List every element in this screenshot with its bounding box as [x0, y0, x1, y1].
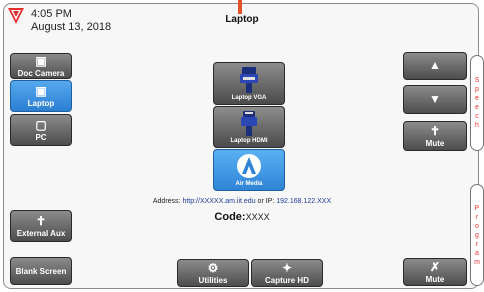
speaker-mute-icon: ✗: [429, 259, 441, 274]
laptop-label: Laptop: [27, 98, 55, 108]
external-aux-label: External Aux: [16, 228, 66, 238]
address-line: Address: http://XXXXX.am.iit.edu or IP: …: [0, 198, 484, 205]
monitor-icon: ▢: [35, 117, 47, 132]
vga-connector-icon: [240, 67, 258, 93]
program-letter: g: [475, 231, 479, 239]
laptop-button[interactable]: ▣ Laptop: [10, 80, 72, 112]
capture-hd-label: Capture HD: [264, 275, 309, 285]
or-ip-label: or IP:: [257, 198, 275, 205]
speech-letter: h: [475, 122, 479, 129]
ip-address: 192.168.122.XXX: [276, 198, 332, 205]
utilities-button[interactable]: ⚙ Utilities: [177, 259, 249, 287]
program-mute-button[interactable]: ✗ Mute: [403, 258, 467, 286]
program-tab[interactable]: P r o g r a m: [470, 184, 484, 286]
speech-letter: p: [475, 86, 479, 93]
blank-screen-label: Blank Screen: [15, 266, 67, 276]
speech-mute-label: Mute: [425, 138, 445, 148]
doc-camera-button[interactable]: ▣ Doc Camera: [10, 53, 72, 79]
laptop-hdmi-button[interactable]: Laptop HDMI: [213, 106, 285, 148]
code-value: XXXX: [245, 212, 270, 222]
speech-volume-up-button[interactable]: ▲: [403, 52, 467, 80]
laptop-icon: ▣: [35, 83, 47, 98]
page-title: Laptop: [225, 14, 259, 25]
speech-letter: S: [474, 77, 480, 84]
speech-letter: c: [475, 113, 479, 120]
hdmi-connector-icon: [241, 111, 257, 136]
top-indicator: [238, 0, 242, 14]
pc-label: PC: [35, 132, 47, 142]
laptop-vga-button[interactable]: Laptop VGA: [213, 62, 285, 105]
gear-icon: ⚙: [207, 260, 219, 275]
program-letter: m: [474, 258, 480, 266]
program-letter: a: [475, 249, 479, 257]
program-letter: r: [475, 213, 479, 221]
capture-hd-button[interactable]: ✦ Capture HD: [251, 259, 323, 287]
wrench-icon: ✦: [281, 260, 293, 275]
speech-volume-down-button[interactable]: ▼: [403, 85, 467, 114]
speech-tab[interactable]: S p e e c h: [470, 55, 484, 151]
image-icon: ▣: [35, 53, 47, 68]
pc-button[interactable]: ▢ PC: [10, 114, 72, 146]
address-url: http://XXXXX.am.iit.edu: [182, 198, 256, 205]
speech-letter: e: [475, 104, 479, 111]
utilities-label: Utilities: [198, 275, 228, 285]
blank-screen-button[interactable]: Blank Screen: [10, 257, 72, 285]
laptop-hdmi-label: Laptop HDMI: [230, 138, 268, 144]
airmedia-logo-icon: [237, 154, 261, 178]
program-letter: o: [475, 222, 479, 230]
laptop-vga-label: Laptop VGA: [231, 95, 267, 101]
speech-mute-button[interactable]: ✝ Mute: [403, 121, 467, 151]
address-label: Address:: [152, 198, 181, 205]
air-media-label: Air Media: [235, 181, 263, 187]
doc-camera-label: Doc Camera: [17, 68, 65, 78]
code-label: Code:: [214, 211, 246, 223]
code-line: Code:XXXX: [0, 207, 484, 225]
mic-mute-icon: ✝: [429, 123, 441, 138]
air-media-button[interactable]: Air Media: [213, 149, 285, 191]
program-letter: r: [475, 240, 479, 248]
arrow-down-icon: ▼: [429, 91, 441, 106]
speech-letter: e: [475, 95, 479, 102]
program-mute-label: Mute: [425, 274, 445, 284]
arrow-up-icon: ▲: [429, 58, 441, 72]
program-letter: P: [474, 204, 480, 212]
